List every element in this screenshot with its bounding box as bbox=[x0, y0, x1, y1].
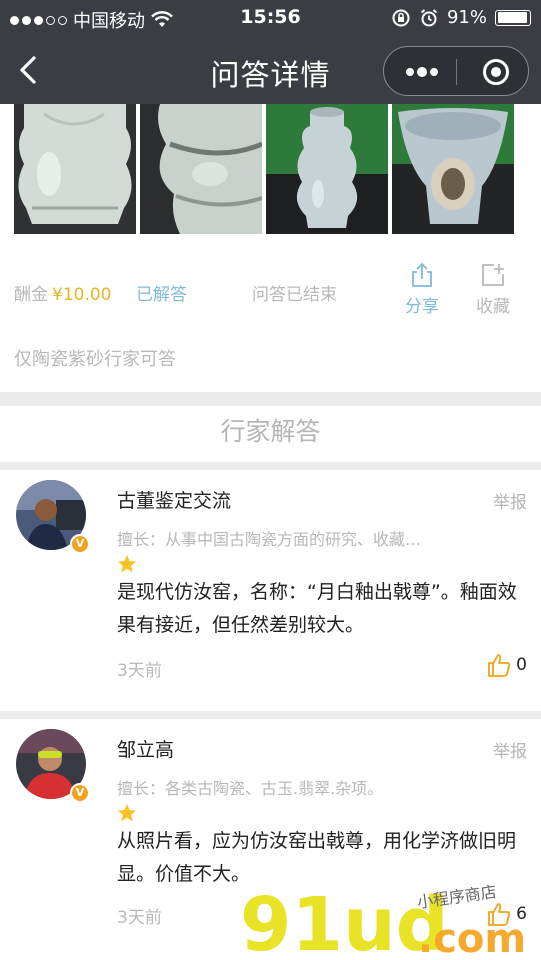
section-divider bbox=[0, 462, 541, 470]
answered-status: 已解答 bbox=[136, 285, 187, 305]
expert-answers-heading: 行家解答 bbox=[220, 417, 321, 446]
share-button[interactable]: 分享 bbox=[400, 262, 444, 317]
avatar[interactable]: V bbox=[16, 729, 90, 803]
capsule-divider bbox=[456, 59, 457, 85]
report-button[interactable]: 举报 bbox=[493, 737, 527, 762]
expert-expertise: 擅长：各类古陶瓷、古玉.翡翠.杂项。 bbox=[117, 779, 384, 798]
battery-icon bbox=[495, 9, 531, 26]
share-icon bbox=[412, 262, 432, 287]
more-options-icon[interactable] bbox=[400, 57, 444, 87]
question-photo-1[interactable] bbox=[14, 104, 136, 234]
system-indicators: 91% bbox=[391, 7, 531, 28]
expert-name[interactable]: 邹立高 bbox=[117, 735, 174, 762]
reward-info: 酬金 ¥10.00 bbox=[14, 280, 111, 305]
question-closed-status: 问答已结束 bbox=[252, 285, 337, 305]
question-meta: 酬金 ¥10.00 已解答 问答已结束 分享 收藏 bbox=[14, 262, 529, 332]
battery-percent: 91% bbox=[446, 7, 487, 28]
watermark-logo: 91ud .com 小程序商店 bbox=[240, 884, 526, 960]
question-photos bbox=[14, 104, 526, 238]
svg-text:.com: .com bbox=[418, 916, 526, 960]
report-button[interactable]: 举报 bbox=[493, 488, 527, 513]
expert-name[interactable]: 古董鉴定交流 bbox=[117, 486, 231, 513]
favorite-button[interactable]: 收藏 bbox=[471, 262, 515, 317]
expert-expertise: 擅长：从事中国古陶瓷方面的研究、收藏… bbox=[117, 530, 422, 549]
status-bar: 中国移动 15:56 91% bbox=[0, 0, 541, 36]
verified-badge-icon: V bbox=[70, 534, 90, 554]
add-favorite-icon bbox=[482, 264, 504, 286]
mini-program-capsule bbox=[383, 46, 529, 96]
thumbs-up-icon bbox=[488, 654, 511, 677]
question-photo-4[interactable] bbox=[392, 104, 514, 234]
question-photo-2[interactable] bbox=[140, 104, 262, 234]
navigation-bar: 问答详情 bbox=[0, 36, 541, 104]
orientation-lock-icon bbox=[392, 9, 410, 26]
favorite-label: 收藏 bbox=[476, 297, 510, 317]
answer-content: 是现代仿汝窑，名称：“月白釉出戟尊”。釉面效果有接近，但任然差别较大。 bbox=[117, 581, 517, 636]
answer-restriction: 仅陶瓷紫砂行家可答 bbox=[14, 349, 176, 370]
section-divider bbox=[0, 711, 541, 719]
verified-badge-icon: V bbox=[70, 783, 90, 803]
answer-time: 3天前 bbox=[117, 661, 162, 681]
share-label: 分享 bbox=[405, 297, 439, 317]
section-divider bbox=[0, 392, 541, 406]
like-count: 0 bbox=[516, 655, 527, 675]
alarm-icon bbox=[420, 8, 438, 26]
star-icon bbox=[118, 555, 136, 573]
reward-label: 酬金 bbox=[14, 285, 48, 305]
question-photo-3[interactable] bbox=[266, 104, 388, 234]
star-icon bbox=[118, 804, 136, 822]
close-mini-program-icon[interactable] bbox=[482, 58, 510, 86]
answer-content: 从照片看，应为仿汝窑出戟尊，用化学济做旧明显。价值不大。 bbox=[117, 830, 517, 885]
reward-amount: ¥10.00 bbox=[52, 285, 112, 305]
answer-card: V 古董鉴定交流 举报 擅长：从事中国古陶瓷方面的研究、收藏… 是现代仿汝窑，名… bbox=[0, 470, 541, 711]
answer-time: 3天前 bbox=[117, 908, 162, 928]
like-button[interactable]: 0 bbox=[486, 652, 527, 678]
avatar[interactable]: V bbox=[16, 480, 90, 554]
